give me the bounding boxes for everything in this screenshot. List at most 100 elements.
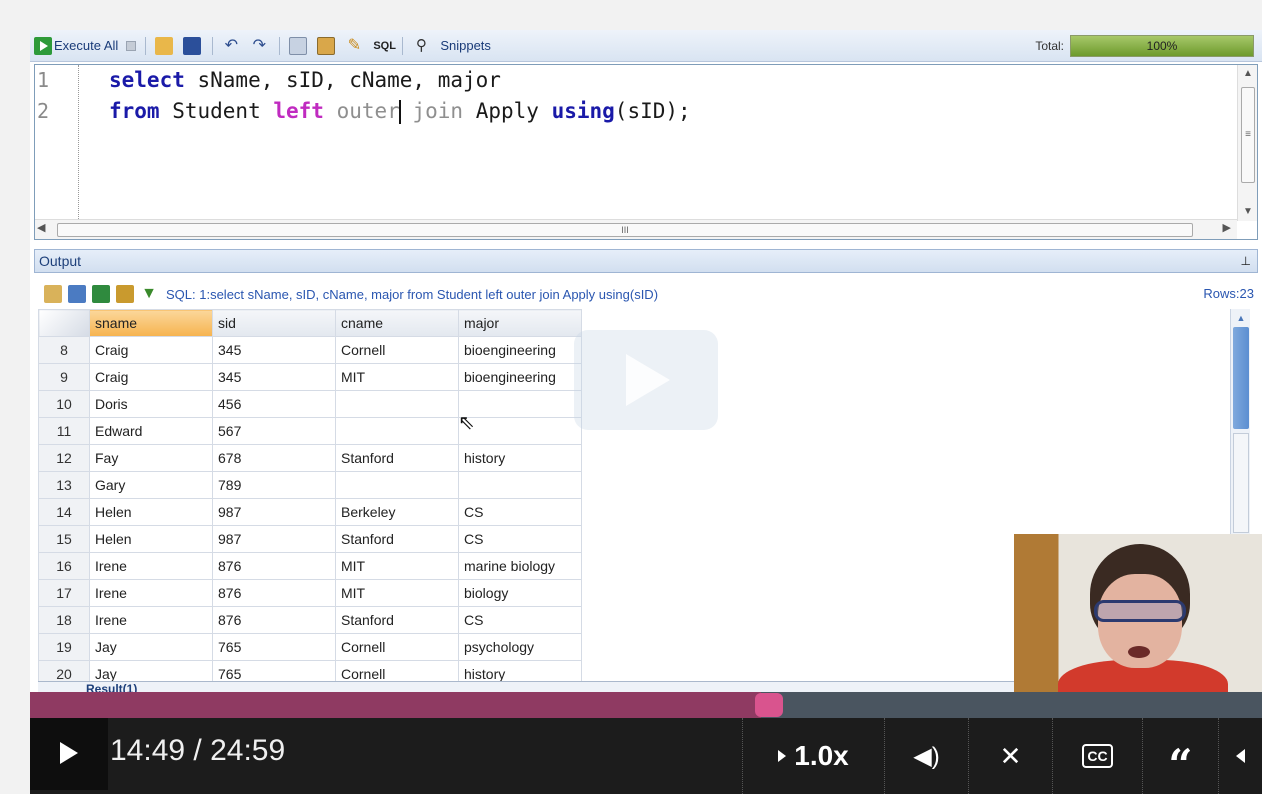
copy-button[interactable] bbox=[285, 34, 313, 58]
cell-sid[interactable]: 345 bbox=[212, 363, 336, 391]
cell-cname[interactable]: MIT bbox=[335, 579, 459, 607]
cell-cname[interactable]: MIT bbox=[335, 363, 459, 391]
editor-vscroll-thumb[interactable]: ≡ bbox=[1241, 87, 1255, 183]
scroll-down-icon[interactable]: ▼ bbox=[1238, 203, 1257, 221]
cell-sid[interactable]: 765 bbox=[212, 633, 336, 661]
paste-button[interactable] bbox=[313, 34, 341, 58]
play-button[interactable] bbox=[30, 718, 108, 790]
table-row[interactable]: 19 Jay 765 Cornell psychology bbox=[38, 633, 582, 661]
table-row[interactable]: 16 Irene 876 MIT marine biology bbox=[38, 552, 582, 580]
cell-cname[interactable]: Stanford bbox=[335, 525, 459, 553]
scroll-up-icon[interactable]: ▲ bbox=[1238, 65, 1257, 83]
excel-icon[interactable] bbox=[92, 285, 110, 303]
cell-sid[interactable]: 456 bbox=[212, 390, 336, 418]
cell-sid[interactable]: 987 bbox=[212, 525, 336, 553]
find-button[interactable]: ⚲ bbox=[408, 34, 436, 58]
cell-cname[interactable]: Stanford bbox=[335, 444, 459, 472]
cell-sname[interactable]: Craig bbox=[89, 363, 213, 391]
fullscreen-button[interactable]: ✕ bbox=[968, 718, 1052, 794]
sql-button[interactable]: SQL bbox=[369, 34, 397, 58]
cell-major[interactable]: bioengineering bbox=[458, 363, 582, 391]
stop-button[interactable] bbox=[122, 34, 140, 58]
cell-major[interactable]: bioengineering bbox=[458, 336, 582, 364]
table-row[interactable]: 11 Edward 567 bbox=[38, 417, 582, 445]
cell-sname[interactable]: Irene bbox=[89, 552, 213, 580]
big-play-icon[interactable] bbox=[574, 330, 718, 430]
table-row[interactable]: 10 Doris 456 bbox=[38, 390, 582, 418]
cell-sname[interactable]: Helen bbox=[89, 498, 213, 526]
cell-sname[interactable]: Gary bbox=[89, 471, 213, 499]
cell-major[interactable] bbox=[458, 471, 582, 499]
column-header-cname[interactable]: cname bbox=[335, 309, 459, 337]
editor-horizontal-scrollbar[interactable]: ◀ III ▶ bbox=[35, 219, 1237, 239]
cell-cname[interactable] bbox=[335, 417, 459, 445]
cell-major[interactable]: CS bbox=[458, 606, 582, 634]
cell-major[interactable] bbox=[458, 390, 582, 418]
editor-hscroll-thumb[interactable]: III bbox=[57, 223, 1193, 237]
open-button[interactable] bbox=[151, 34, 179, 58]
cell-sname[interactable]: Craig bbox=[89, 336, 213, 364]
table-row[interactable]: 9 Craig 345 MIT bioengineering bbox=[38, 363, 582, 391]
cell-major[interactable]: CS bbox=[458, 525, 582, 553]
table-row[interactable]: 14 Helen 987 Berkeley CS bbox=[38, 498, 582, 526]
format-button[interactable]: ✎ bbox=[341, 34, 369, 58]
cell-major[interactable]: psychology bbox=[458, 633, 582, 661]
form-view-icon[interactable] bbox=[68, 285, 86, 303]
cell-sname[interactable]: Doris bbox=[89, 390, 213, 418]
cell-sname[interactable]: Helen bbox=[89, 525, 213, 553]
captions-button[interactable]: CC bbox=[1052, 718, 1142, 794]
grid-vertical-scrollbar[interactable]: ▲ bbox=[1230, 309, 1250, 535]
cell-cname[interactable]: Cornell bbox=[335, 336, 459, 364]
table-row[interactable]: 17 Irene 876 MIT biology bbox=[38, 579, 582, 607]
table-row[interactable]: 12 Fay 678 Stanford history bbox=[38, 444, 582, 472]
select-all-corner[interactable] bbox=[38, 309, 90, 337]
code-area[interactable]: select sName, sID, cName, major from Stu… bbox=[109, 65, 691, 127]
cell-sid[interactable]: 987 bbox=[212, 498, 336, 526]
table-row[interactable]: 13 Gary 789 bbox=[38, 471, 582, 499]
column-header-sid[interactable]: sid bbox=[212, 309, 336, 337]
cell-sname[interactable]: Edward bbox=[89, 417, 213, 445]
cell-sid[interactable]: 876 bbox=[212, 606, 336, 634]
cell-major[interactable] bbox=[458, 417, 582, 445]
transcript-button[interactable]: “ bbox=[1142, 718, 1218, 794]
cell-cname[interactable]: Stanford bbox=[335, 606, 459, 634]
cell-sname[interactable]: Irene bbox=[89, 579, 213, 607]
more-button[interactable] bbox=[1218, 718, 1262, 794]
cell-sname[interactable]: Irene bbox=[89, 606, 213, 634]
save-button[interactable] bbox=[179, 34, 207, 58]
grid-scroll-track[interactable] bbox=[1233, 433, 1249, 533]
cell-major[interactable]: marine biology bbox=[458, 552, 582, 580]
volume-button[interactable]: ◀) bbox=[884, 718, 968, 794]
cell-major[interactable]: biology bbox=[458, 579, 582, 607]
grid-scroll-up-icon[interactable]: ▲ bbox=[1231, 309, 1251, 327]
cell-sname[interactable]: Fay bbox=[89, 444, 213, 472]
cell-sid[interactable]: 567 bbox=[212, 417, 336, 445]
cell-cname[interactable] bbox=[335, 471, 459, 499]
snippets-button[interactable]: Snippets bbox=[436, 34, 495, 58]
cell-cname[interactable]: Berkeley bbox=[335, 498, 459, 526]
filter-icon[interactable]: ▼ bbox=[140, 285, 158, 303]
table-row[interactable]: 8 Craig 345 Cornell bioengineering bbox=[38, 336, 582, 364]
table-row[interactable]: 15 Helen 987 Stanford CS bbox=[38, 525, 582, 553]
cell-major[interactable]: CS bbox=[458, 498, 582, 526]
redo-button[interactable]: ↷ bbox=[246, 34, 274, 58]
video-progress-handle[interactable] bbox=[754, 693, 783, 717]
cell-sname[interactable]: Jay bbox=[89, 633, 213, 661]
export-icon[interactable] bbox=[44, 285, 62, 303]
cell-sid[interactable]: 789 bbox=[212, 471, 336, 499]
table-row[interactable]: 18 Irene 876 Stanford CS bbox=[38, 606, 582, 634]
chart-icon[interactable] bbox=[116, 285, 134, 303]
video-progress-bar[interactable] bbox=[30, 692, 1262, 718]
scroll-right-icon[interactable]: ▶ bbox=[1223, 221, 1231, 234]
editor-vertical-scrollbar[interactable]: ▲ ≡ ▼ bbox=[1237, 65, 1257, 221]
scroll-left-icon[interactable]: ◀ bbox=[37, 221, 45, 234]
pin-icon[interactable]: ⊥ bbox=[1241, 250, 1251, 272]
cell-cname[interactable]: Cornell bbox=[335, 633, 459, 661]
cell-major[interactable]: history bbox=[458, 444, 582, 472]
cell-sid[interactable]: 876 bbox=[212, 579, 336, 607]
column-header-sname[interactable]: sname bbox=[89, 309, 213, 337]
column-header-major[interactable]: major bbox=[458, 309, 582, 337]
speed-button[interactable]: 1.0x bbox=[742, 718, 884, 794]
cell-cname[interactable]: MIT bbox=[335, 552, 459, 580]
cell-sid[interactable]: 678 bbox=[212, 444, 336, 472]
